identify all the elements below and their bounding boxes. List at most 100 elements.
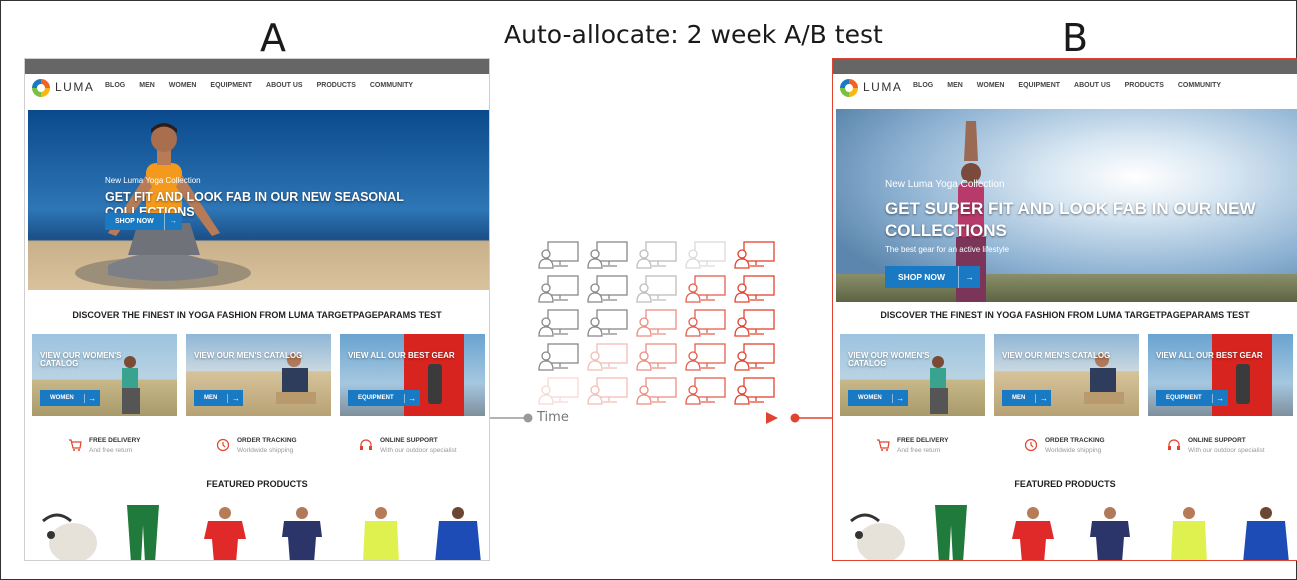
product-bag-image[interactable] xyxy=(37,505,99,561)
variant-a-label: A xyxy=(260,16,286,60)
men-button[interactable]: MEN → xyxy=(1002,390,1052,406)
product-yellow-jacket-image[interactable] xyxy=(359,505,403,561)
category-gear[interactable]: VIEW ALL OUR BEST GEAR EQUIPMENT → xyxy=(340,334,485,416)
visitor-monitor-icon xyxy=(538,309,579,337)
featured-products-heading: FEATURED PRODUCTS xyxy=(1014,479,1116,489)
product-pants-image[interactable] xyxy=(123,505,163,561)
nav-about-us[interactable]: ABOUT US xyxy=(1074,82,1111,89)
variant-b-page: LUMA BLOG MEN WOMEN EQUIPMENT ABOUT US P… xyxy=(832,58,1297,561)
nav-equipment[interactable]: EQUIPMENT xyxy=(210,82,252,89)
visitor-monitor-icon xyxy=(538,343,579,371)
hero-tagline: The best gear for an active lifestyle xyxy=(885,245,1010,254)
visitor-monitor-icon xyxy=(734,275,775,303)
feature-strip: FREE DELIVERY And free return ORDER TRAC… xyxy=(833,437,1297,462)
timeline-start-dot xyxy=(523,413,533,423)
visitor-monitor-icon xyxy=(685,275,726,303)
arrow-right-icon: → xyxy=(227,393,243,403)
product-blue-hoodie-image[interactable] xyxy=(1243,505,1289,561)
feature-title: FREE DELIVERY xyxy=(89,437,141,444)
arrow-right-icon: → xyxy=(1211,393,1228,403)
visitor-monitor-icon xyxy=(685,309,726,337)
visitor-monitor-icon xyxy=(538,275,579,303)
timeline-arrowhead-icon xyxy=(766,412,778,424)
product-navy-tee-image[interactable] xyxy=(1088,505,1132,561)
tracking-icon xyxy=(1024,438,1038,452)
visitor-monitor-icon xyxy=(685,241,726,269)
shop-now-button[interactable]: SHOP NOW → xyxy=(885,266,981,288)
product-red-top-image[interactable] xyxy=(200,505,250,561)
category-women[interactable]: VIEW OUR WOMEN'S CATALOG WOMEN → xyxy=(32,334,177,416)
cart-icon xyxy=(877,439,890,451)
equipment-button[interactable]: EQUIPMENT → xyxy=(348,390,420,406)
visitor-monitor-icon xyxy=(587,275,628,303)
visitor-monitor-icon xyxy=(587,309,628,337)
nav-blog[interactable]: BLOG xyxy=(913,82,933,89)
arrow-right-icon: → xyxy=(403,393,420,403)
luma-logo-icon[interactable] xyxy=(840,79,858,97)
nav-community[interactable]: COMMUNITY xyxy=(370,82,413,89)
nav-men[interactable]: MEN xyxy=(947,82,963,89)
nav-community[interactable]: COMMUNITY xyxy=(1178,82,1221,89)
top-bar xyxy=(833,59,1297,74)
feature-subtitle: With our outdoor specialist xyxy=(1188,447,1265,454)
category-title: VIEW ALL OUR BEST GEAR xyxy=(348,351,455,360)
hero-subtitle: New Luma Yoga Collection xyxy=(105,176,201,185)
men-button-label: MEN xyxy=(1012,395,1026,401)
feature-title: ORDER TRACKING xyxy=(1045,437,1105,444)
feature-title: FREE DELIVERY xyxy=(897,437,949,444)
category-tiles: VIEW OUR WOMEN'S CATALOG WOMEN → VIEW OUR… xyxy=(32,334,485,416)
feature-subtitle: Worldwide shipping xyxy=(237,447,294,454)
category-women[interactable]: VIEW OUR WOMEN'S CATALOG WOMEN → xyxy=(840,334,985,416)
tracking-icon xyxy=(216,438,230,452)
visitor-monitor-icon xyxy=(734,343,775,371)
feature-title: ONLINE SUPPORT xyxy=(380,437,438,444)
nav-women[interactable]: WOMEN xyxy=(977,82,1005,89)
visitor-monitor-icon xyxy=(538,241,579,269)
nav-products[interactable]: PRODUCTS xyxy=(317,82,356,89)
luma-logo-icon[interactable] xyxy=(32,79,50,97)
category-men[interactable]: VIEW OUR MEN'S CATALOG MEN → xyxy=(186,334,331,416)
feature-subtitle: With our outdoor specialist xyxy=(380,447,457,454)
cart-icon xyxy=(69,439,82,451)
women-button[interactable]: WOMEN → xyxy=(40,390,100,406)
feature-subtitle: And free return xyxy=(897,447,941,454)
timeline-end-dot xyxy=(790,413,800,423)
category-tiles: VIEW OUR WOMEN'S CATALOG WOMEN → VIEW OUR… xyxy=(840,334,1293,416)
arrow-right-icon: → xyxy=(958,266,980,288)
arrow-right-icon: → xyxy=(163,213,182,230)
category-title: VIEW OUR WOMEN'S CATALOG xyxy=(848,351,930,369)
logo-text: LUMA xyxy=(55,80,95,94)
arrow-right-icon: → xyxy=(83,393,100,403)
hero-headline-line1: GET SUPER FIT AND LOOK FAB IN OUR NEW xyxy=(885,199,1256,218)
nav-about-us[interactable]: ABOUT US xyxy=(266,82,303,89)
nav-blog[interactable]: BLOG xyxy=(105,82,125,89)
men-button[interactable]: MEN → xyxy=(194,390,244,406)
nav-equipment[interactable]: EQUIPMENT xyxy=(1018,82,1060,89)
shop-now-button[interactable]: SHOP NOW → xyxy=(105,213,182,230)
feature-subtitle: And free return xyxy=(89,447,133,454)
product-bag-image[interactable] xyxy=(845,505,907,561)
category-gear[interactable]: VIEW ALL OUR BEST GEAR EQUIPMENT → xyxy=(1148,334,1293,416)
equipment-button[interactable]: EQUIPMENT → xyxy=(1156,390,1228,406)
product-yellow-jacket-image[interactable] xyxy=(1167,505,1211,561)
featured-products-heading: FEATURED PRODUCTS xyxy=(206,479,308,489)
nav-women[interactable]: WOMEN xyxy=(169,82,197,89)
product-navy-tee-image[interactable] xyxy=(280,505,324,561)
women-button[interactable]: WOMEN → xyxy=(848,390,908,406)
visitor-monitor-icon xyxy=(636,309,677,337)
product-red-top-image[interactable] xyxy=(1008,505,1058,561)
hero-headline-line2: COLLECTIONS xyxy=(885,221,1007,240)
nav-products[interactable]: PRODUCTS xyxy=(1125,82,1164,89)
product-pants-image[interactable] xyxy=(931,505,971,561)
variant-a-page: LUMA BLOG MEN WOMEN EQUIPMENT ABOUT US P… xyxy=(24,58,490,561)
visitor-monitor-icon xyxy=(587,343,628,371)
equipment-button-label: EQUIPMENT xyxy=(358,395,394,401)
category-title: VIEW OUR MEN'S CATALOG xyxy=(1002,351,1111,360)
nav-men[interactable]: MEN xyxy=(139,82,155,89)
product-blue-hoodie-image[interactable] xyxy=(435,505,481,561)
category-men[interactable]: VIEW OUR MEN'S CATALOG MEN → xyxy=(994,334,1139,416)
category-title: VIEW OUR WOMEN'S CATALOG xyxy=(40,351,122,369)
top-bar xyxy=(25,59,489,74)
arrow-right-icon: → xyxy=(1035,393,1051,403)
category-title: VIEW ALL OUR BEST GEAR xyxy=(1156,351,1263,360)
